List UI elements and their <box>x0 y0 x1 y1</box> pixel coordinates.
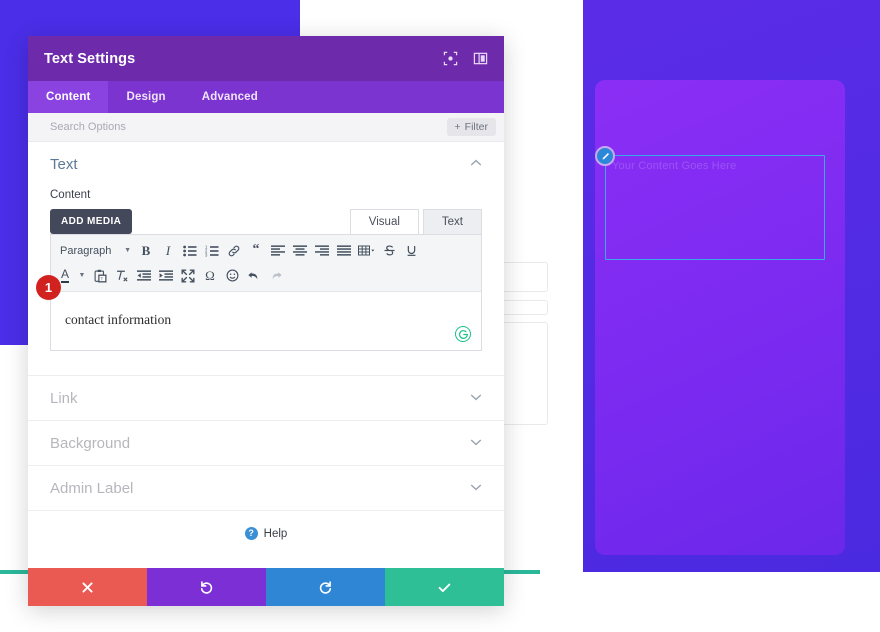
undo-arrow-icon <box>199 580 214 595</box>
bold-icon[interactable]: B <box>135 240 157 262</box>
grammarly-icon[interactable] <box>455 326 471 342</box>
section-link[interactable]: Link <box>28 375 504 420</box>
section-title-text: Text <box>50 156 78 173</box>
pencil-icon <box>601 152 610 161</box>
modal-header: Text Settings <box>28 36 504 81</box>
step-badge-1: 1 <box>36 275 61 300</box>
filter-button[interactable]: + Filter <box>446 118 496 136</box>
module-placeholder-text: Your Content Goes Here <box>612 160 737 172</box>
undo-icon[interactable] <box>243 265 265 287</box>
tab-text[interactable]: Text <box>422 209 482 234</box>
modal-tab-bar: Content Design Advanced <box>28 81 504 113</box>
outdent-icon[interactable] <box>133 265 155 287</box>
clear-formatting-icon[interactable] <box>111 265 133 287</box>
undo-button[interactable] <box>147 568 266 606</box>
modal-footer <box>28 568 504 606</box>
cancel-button[interactable] <box>28 568 147 606</box>
wp-editor: ADD MEDIA Visual Text Paragraph ▼ B I 1 … <box>28 209 504 351</box>
editor-toolbar: Paragraph ▼ B I 1 2 3 “ A ▼ T Ω <box>51 235 481 292</box>
filter-button-label: Filter <box>464 121 488 133</box>
modal-body: Text Content ADD MEDIA Visual Text Parag… <box>28 142 504 568</box>
fullscreen-icon[interactable] <box>177 265 199 287</box>
focus-target-icon[interactable] <box>442 51 458 67</box>
align-right-icon[interactable] <box>311 240 333 262</box>
search-options-bar: + Filter <box>28 113 504 142</box>
question-mark-icon: ? <box>244 527 258 540</box>
section-background-label: Background <box>50 434 131 452</box>
checkmark-icon <box>437 580 452 595</box>
text-settings-modal: Text Settings Content Design Advanced Se… <box>28 36 504 606</box>
format-select-value: Paragraph <box>60 244 112 257</box>
align-center-icon[interactable] <box>289 240 311 262</box>
strikethrough-icon[interactable] <box>378 240 400 262</box>
text-color-dropdown-icon[interactable]: ▼ <box>75 265 89 287</box>
close-x-icon <box>81 581 94 594</box>
emoji-icon[interactable] <box>221 265 243 287</box>
redo-button[interactable] <box>266 568 385 606</box>
chevron-down-icon[interactable] <box>470 483 482 494</box>
section-admin-label-label: Admin Label <box>50 479 134 497</box>
blockquote-icon[interactable]: “ <box>245 240 267 262</box>
link-icon[interactable] <box>223 240 245 262</box>
chevron-up-icon[interactable] <box>470 159 482 170</box>
svg-text:3: 3 <box>205 252 208 257</box>
section-link-label: Link <box>50 389 78 407</box>
bulleted-list-icon[interactable] <box>179 240 201 262</box>
special-character-icon[interactable]: Ω <box>199 265 221 287</box>
align-justify-icon[interactable] <box>333 240 355 262</box>
editor-box: Paragraph ▼ B I 1 2 3 “ A ▼ T Ω contact … <box>50 234 482 351</box>
underline-icon[interactable] <box>400 240 422 262</box>
paste-as-text-icon[interactable]: T <box>89 265 111 287</box>
table-icon[interactable] <box>355 240 378 262</box>
header-icon-group <box>442 51 488 67</box>
tab-content[interactable]: Content <box>28 81 109 113</box>
tab-visual[interactable]: Visual <box>349 209 419 234</box>
toolbar-row-2: A ▼ T Ω <box>55 263 477 288</box>
chevron-down-icon[interactable] <box>470 393 482 404</box>
chevron-down-icon[interactable] <box>470 438 482 449</box>
tab-design[interactable]: Design <box>108 81 183 113</box>
editor-mode-tabs: Visual Text <box>349 209 482 234</box>
help-row[interactable]: ? Help <box>28 510 504 556</box>
module-edit-button[interactable] <box>595 146 615 166</box>
help-label: Help <box>263 527 288 540</box>
toolbar-row-1: Paragraph ▼ B I 1 2 3 “ <box>55 238 477 263</box>
numbered-list-icon[interactable]: 1 2 3 <box>201 240 223 262</box>
redo-arrow-icon <box>318 580 333 595</box>
editor-text-value: contact information <box>65 312 172 327</box>
content-field-label: Content <box>50 189 91 201</box>
purple-module-panel <box>595 80 845 555</box>
align-left-icon[interactable] <box>267 240 289 262</box>
chevron-down-icon: ▼ <box>124 247 131 254</box>
format-select[interactable]: Paragraph ▼ <box>55 245 135 257</box>
editor-top-row: ADD MEDIA Visual Text <box>50 209 482 234</box>
indent-icon[interactable] <box>155 265 177 287</box>
search-input[interactable] <box>50 121 447 133</box>
panel-layout-icon[interactable] <box>472 51 488 67</box>
svg-text:T: T <box>100 276 103 281</box>
save-button[interactable] <box>385 568 504 606</box>
italic-icon[interactable]: I <box>157 240 179 262</box>
section-admin-label[interactable]: Admin Label <box>28 465 504 510</box>
section-background[interactable]: Background <box>28 420 504 465</box>
plus-icon: + <box>454 121 461 133</box>
page-title: Text Settings <box>44 50 136 67</box>
editor-content-area[interactable]: contact information <box>51 292 481 350</box>
tab-advanced[interactable]: Advanced <box>184 81 276 113</box>
section-header-text[interactable]: Text <box>28 142 504 179</box>
add-media-button[interactable]: ADD MEDIA <box>50 209 133 234</box>
redo-icon[interactable] <box>265 265 287 287</box>
screen-root: Your Content Goes Here Text Settings Con… <box>0 0 880 632</box>
